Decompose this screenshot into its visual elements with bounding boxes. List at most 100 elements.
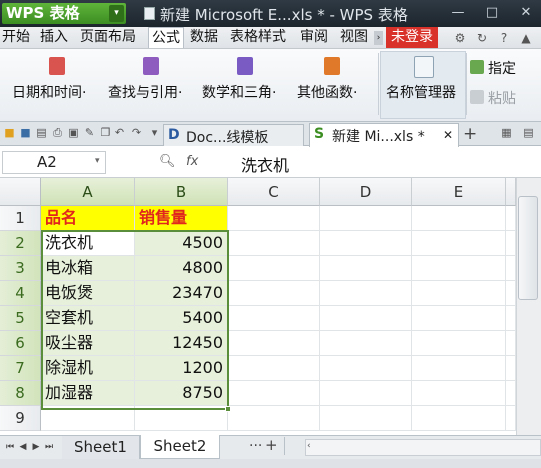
cell-empty[interactable] bbox=[228, 381, 320, 406]
row-header[interactable]: 6 bbox=[0, 331, 41, 356]
column-header-a[interactable]: A bbox=[41, 178, 135, 206]
lookup-reference-dropdown[interactable]: 查找与引用· bbox=[108, 82, 182, 102]
other-functions-dropdown[interactable]: 其他函数· bbox=[297, 82, 357, 102]
cell-sales-value[interactable]: 8750 bbox=[135, 381, 228, 406]
cell-empty[interactable] bbox=[228, 306, 320, 331]
last-sheet-icon[interactable]: ⏭ bbox=[44, 440, 54, 454]
cell-sales-value[interactable]: 4800 bbox=[135, 256, 228, 281]
tab-splitter[interactable] bbox=[284, 437, 285, 455]
first-sheet-icon[interactable]: ⏮ bbox=[5, 440, 15, 454]
menu-home[interactable]: 开始 bbox=[2, 27, 30, 48]
redo-icon[interactable]: ↷ bbox=[130, 126, 143, 140]
menu-insert[interactable]: 插入 bbox=[40, 27, 68, 48]
collapse-ribbon-icon[interactable]: ▲ bbox=[518, 30, 534, 46]
share-icon[interactable]: ↻ bbox=[474, 30, 490, 46]
insert-function-button[interactable]: fx bbox=[186, 154, 198, 169]
cell-empty[interactable] bbox=[506, 406, 516, 431]
cell-empty[interactable] bbox=[412, 406, 506, 431]
column-header-c[interactable]: C bbox=[228, 178, 320, 206]
paste-button[interactable]: 粘贴 bbox=[488, 88, 516, 108]
row-header[interactable]: 9 bbox=[0, 406, 41, 431]
cell-sales-value[interactable]: 1200 bbox=[135, 356, 228, 381]
cell-empty[interactable] bbox=[412, 281, 506, 306]
sheet-tab-sheet2[interactable]: Sheet2 bbox=[140, 435, 220, 459]
column-header-f[interactable] bbox=[506, 178, 516, 206]
sheet-tab-sheet1[interactable]: Sheet1 bbox=[62, 436, 140, 460]
menu-data[interactable]: 数据 bbox=[190, 27, 218, 48]
row-header[interactable]: 1 bbox=[0, 206, 41, 231]
menu-page-layout[interactable]: 页面布局 bbox=[80, 27, 136, 48]
cell-product-name[interactable]: 空套机 bbox=[41, 306, 135, 331]
login-button[interactable]: 未登录 bbox=[386, 27, 438, 48]
cell-sales-value[interactable]: 4500 bbox=[135, 231, 228, 256]
menu-formulas[interactable]: 公式 bbox=[148, 27, 184, 48]
scroll-left-icon[interactable]: ‹ bbox=[307, 441, 311, 451]
cell-empty[interactable] bbox=[412, 231, 506, 256]
cell-empty[interactable] bbox=[320, 331, 412, 356]
row-header[interactable]: 7 bbox=[0, 356, 41, 381]
row-header[interactable]: 8 bbox=[0, 381, 41, 406]
help-icon[interactable]: ? bbox=[496, 30, 512, 46]
tab-active-workbook[interactable]: S 新建 Mi...xls * ✕ bbox=[309, 123, 459, 147]
close-tab-icon[interactable]: ✕ bbox=[443, 128, 453, 142]
menu-view[interactable]: 视图 bbox=[340, 27, 368, 48]
open-folder-icon[interactable]: ■ bbox=[3, 126, 16, 140]
cell-empty[interactable] bbox=[412, 306, 506, 331]
search-icon[interactable]: 🔍︎ bbox=[159, 154, 176, 169]
skin-icon[interactable]: ⚙ bbox=[452, 30, 468, 46]
cell-empty[interactable] bbox=[228, 406, 320, 431]
cell-empty[interactable] bbox=[506, 306, 516, 331]
row-header[interactable]: 4 bbox=[0, 281, 41, 306]
close-window-button[interactable]: ✕ bbox=[516, 4, 536, 21]
app-menu-button[interactable]: WPS 表格 ▾ bbox=[2, 3, 126, 24]
cell-empty[interactable] bbox=[320, 356, 412, 381]
header-cell-name[interactable]: 品名 bbox=[41, 206, 135, 231]
cell-empty[interactable] bbox=[228, 206, 320, 231]
cell-product-name[interactable]: 除湿机 bbox=[41, 356, 135, 381]
tab-menu-icon[interactable]: ▤ bbox=[522, 126, 535, 140]
cell-empty[interactable] bbox=[228, 356, 320, 381]
chevron-right-icon[interactable]: › bbox=[374, 31, 383, 45]
cell-empty[interactable] bbox=[506, 356, 516, 381]
cell-product-name[interactable]: 电饭煲 bbox=[41, 281, 135, 306]
specify-button[interactable]: 指定 bbox=[488, 58, 516, 78]
name-box[interactable]: A2 ▾ bbox=[2, 151, 106, 174]
print-preview-icon[interactable]: ▤ bbox=[35, 126, 48, 140]
vertical-scroll-thumb[interactable] bbox=[518, 196, 538, 300]
cell-empty[interactable] bbox=[320, 281, 412, 306]
format-painter-icon[interactable]: ✎ bbox=[83, 126, 96, 140]
add-sheet-button[interactable]: + bbox=[265, 436, 278, 454]
cell-empty[interactable] bbox=[506, 231, 516, 256]
save-icon[interactable]: ■ bbox=[19, 126, 32, 140]
cell-empty[interactable] bbox=[506, 206, 516, 231]
cell-empty[interactable] bbox=[320, 406, 412, 431]
cell-empty[interactable] bbox=[320, 306, 412, 331]
date-time-dropdown[interactable]: 日期和时间· bbox=[12, 82, 86, 102]
cell-empty[interactable] bbox=[412, 206, 506, 231]
column-header-e[interactable]: E bbox=[412, 178, 506, 206]
math-trig-dropdown[interactable]: 数学和三角· bbox=[202, 82, 276, 102]
cell-empty[interactable] bbox=[412, 256, 506, 281]
copy-icon[interactable]: ❐ bbox=[99, 126, 112, 140]
undo-icon[interactable]: ↶ bbox=[113, 126, 126, 140]
cell-empty[interactable] bbox=[320, 231, 412, 256]
print-icon[interactable]: ⎙ bbox=[51, 126, 64, 140]
cell-empty[interactable] bbox=[228, 331, 320, 356]
formula-input[interactable]: 洗衣机 bbox=[241, 152, 289, 176]
menu-review[interactable]: 审阅 bbox=[300, 27, 328, 48]
new-tab-button[interactable]: + bbox=[463, 124, 477, 144]
row-header[interactable]: 5 bbox=[0, 306, 41, 331]
export-icon[interactable]: ▣ bbox=[67, 126, 80, 140]
cell-empty[interactable] bbox=[506, 331, 516, 356]
cell-product-name[interactable]: 加湿器 bbox=[41, 381, 135, 406]
cell-empty[interactable] bbox=[228, 281, 320, 306]
cell-product-name[interactable]: 吸尘器 bbox=[41, 331, 135, 356]
tab-list-icon[interactable]: ▦ bbox=[500, 126, 513, 140]
cell-sales-value[interactable]: 12450 bbox=[135, 331, 228, 356]
row-header[interactable]: 2 bbox=[0, 231, 41, 256]
horizontal-scrollbar[interactable] bbox=[305, 439, 541, 456]
cell-empty[interactable] bbox=[320, 381, 412, 406]
cell-empty[interactable] bbox=[228, 256, 320, 281]
cell-empty[interactable] bbox=[506, 381, 516, 406]
minimize-button[interactable]: — bbox=[448, 4, 468, 21]
